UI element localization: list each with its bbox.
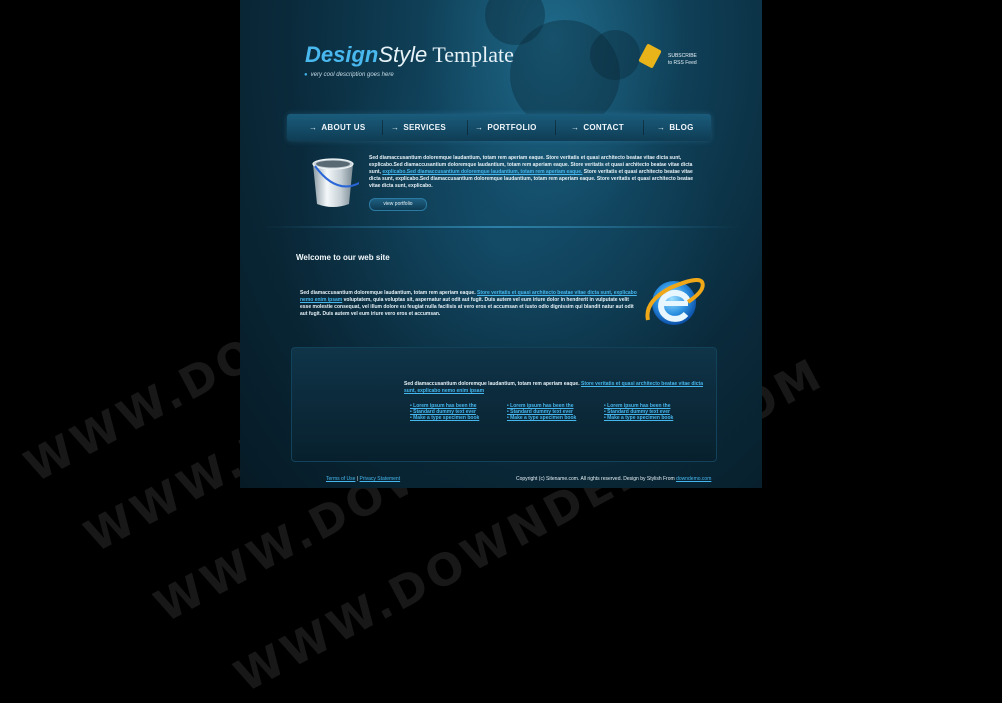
- nav-item-contact[interactable]: → CONTACT: [571, 114, 624, 141]
- nav-item-services[interactable]: → SERVICES: [391, 114, 446, 141]
- internet-explorer-icon: [645, 278, 705, 325]
- panel-list-2: • Lorem ipsum has been the • Standard du…: [507, 403, 576, 421]
- nav-label: ABOUT US: [321, 123, 366, 132]
- arrow-right-icon: →: [391, 123, 400, 132]
- logo-style: Style: [378, 42, 428, 67]
- terms-link[interactable]: Terms of Use: [326, 476, 355, 482]
- panel-text1: Sed diamaccusantium doloremque laudantiu…: [404, 381, 581, 387]
- logo-template: Template: [427, 42, 514, 67]
- tagline-text: very cool description goes here: [310, 72, 394, 78]
- rss-subscribe-link[interactable]: SUBSCRIBE to RSS Feed: [668, 53, 697, 67]
- footer-links: Terms of Use | Privacy Statement: [326, 476, 400, 482]
- nav-divider: [555, 120, 556, 135]
- website-page: DesignStyle Template ● very cool descript…: [240, 0, 762, 488]
- welcome-text2: voluptatem, quia voluptas sit, aspernatu…: [300, 297, 634, 317]
- credit-link[interactable]: downdemo.com: [676, 476, 711, 482]
- copyright-text: Copyright (c) Sitename.com. All rights r…: [516, 476, 677, 482]
- nav-label: PORTFOLIO: [487, 123, 537, 132]
- decorative-bubble: [590, 30, 640, 80]
- nav-item-portfolio[interactable]: → PORTFOLIO: [475, 114, 537, 141]
- bucket-icon: [312, 158, 359, 207]
- list-item[interactable]: • Make a type specimen book: [507, 415, 576, 421]
- panel-paragraph: Sed diamaccusantium doloremque laudantiu…: [404, 381, 704, 395]
- view-portfolio-button[interactable]: view portfolio: [369, 198, 427, 211]
- welcome-heading: Welcome to our web site: [296, 253, 390, 262]
- nav-label: CONTACT: [583, 123, 624, 132]
- bullet-icon: ●: [304, 72, 308, 78]
- logo-design: Design: [305, 42, 379, 67]
- intro-link[interactable]: explicabo.Sed diamaccusantium doloremque…: [382, 169, 582, 175]
- panel-list-1: • Lorem ipsum has been the • Standard du…: [410, 403, 479, 421]
- nav-label: BLOG: [669, 123, 694, 132]
- arrow-right-icon: →: [475, 123, 484, 132]
- intro-paragraph: Sed diamaccusantium doloremque laudantiu…: [369, 155, 705, 190]
- nav-divider: [643, 120, 644, 135]
- footer-copyright: Copyright (c) Sitename.com. All rights r…: [516, 476, 711, 482]
- welcome-paragraph: Sed diamaccusantium doloremque laudantiu…: [300, 290, 640, 318]
- arrow-right-icon: →: [571, 123, 580, 132]
- nav-item-about-us[interactable]: → ABOUT US: [309, 114, 366, 141]
- nav-divider: [467, 120, 468, 135]
- main-nav: → ABOUT US → SERVICES → PORTFOLIO → CONTACT …: [287, 114, 711, 141]
- list-item[interactable]: • Make a type specimen book: [410, 415, 479, 421]
- rss-line2: to RSS Feed: [668, 60, 697, 66]
- rss-line1: SUBSCRIBE: [668, 53, 697, 59]
- list-item[interactable]: • Make a type specimen book: [604, 415, 673, 421]
- arrow-right-icon: →: [657, 123, 666, 132]
- nav-divider: [382, 120, 383, 135]
- nav-item-blog[interactable]: → BLOG: [657, 114, 694, 141]
- site-logo[interactable]: DesignStyle Template: [305, 42, 514, 68]
- arrow-right-icon: →: [309, 123, 318, 132]
- nav-label: SERVICES: [403, 123, 447, 132]
- panel-list-3: • Lorem ipsum has been the • Standard du…: [604, 403, 673, 421]
- welcome-text1: Sed diamaccusantium doloremque laudantiu…: [300, 290, 477, 296]
- privacy-link[interactable]: Privacy Statement: [360, 476, 401, 482]
- section-divider: [260, 226, 742, 228]
- tagline: ● very cool description goes here: [304, 72, 394, 78]
